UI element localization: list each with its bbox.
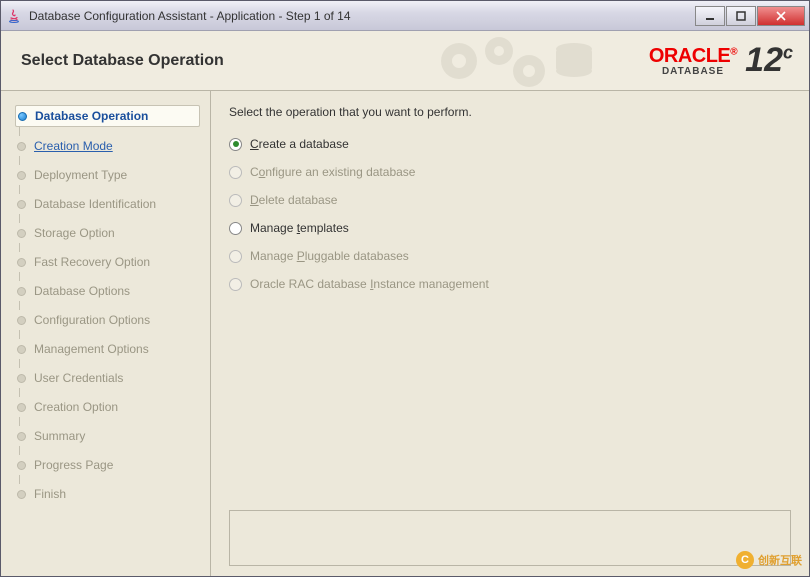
option-label: Oracle RAC database Instance management bbox=[250, 277, 489, 291]
option-manage-pluggable-databases: Manage Pluggable databases bbox=[229, 249, 791, 263]
watermark: C 创新互联 bbox=[736, 551, 802, 569]
main-panel: Select the operation that you want to pe… bbox=[211, 91, 809, 576]
close-button[interactable] bbox=[757, 6, 805, 26]
step-connector bbox=[19, 388, 20, 397]
step-dot-icon bbox=[17, 200, 26, 209]
java-icon bbox=[5, 7, 23, 25]
step-label: Summary bbox=[34, 429, 85, 443]
step-connector bbox=[19, 127, 20, 136]
step-fast-recovery-option: Fast Recovery Option bbox=[15, 252, 200, 272]
message-panel bbox=[229, 510, 791, 566]
option-label: Create a database bbox=[250, 137, 349, 151]
step-label: Database Operation bbox=[35, 109, 148, 123]
step-dot-icon bbox=[17, 345, 26, 354]
step-user-credentials: User Credentials bbox=[15, 368, 200, 388]
operation-options: Create a database Configure an existing d… bbox=[229, 137, 791, 291]
step-label: Management Options bbox=[34, 342, 149, 356]
step-database-operation[interactable]: Database Operation bbox=[15, 105, 200, 127]
titlebar[interactable]: Database Configuration Assistant - Appli… bbox=[1, 1, 809, 31]
step-management-options: Management Options bbox=[15, 339, 200, 359]
radio-icon[interactable] bbox=[229, 138, 242, 151]
step-connector bbox=[19, 359, 20, 368]
window-frame: Database Configuration Assistant - Appli… bbox=[0, 0, 810, 577]
step-label: Progress Page bbox=[34, 458, 113, 472]
step-dot-icon bbox=[17, 432, 26, 441]
step-connector bbox=[19, 301, 20, 310]
step-dot-icon bbox=[17, 258, 26, 267]
step-dot-icon bbox=[17, 287, 26, 296]
step-dot-icon bbox=[17, 403, 26, 412]
option-delete-database: Delete database bbox=[229, 193, 791, 207]
watermark-text: 创新互联 bbox=[758, 552, 802, 568]
option-label: Configure an existing database bbox=[250, 165, 415, 179]
step-storage-option: Storage Option bbox=[15, 223, 200, 243]
step-connector bbox=[19, 185, 20, 194]
page-title: Select Database Operation bbox=[21, 52, 224, 70]
radio-icon bbox=[229, 166, 242, 179]
radio-icon bbox=[229, 250, 242, 263]
step-database-identification: Database Identification bbox=[15, 194, 200, 214]
step-connector bbox=[19, 330, 20, 339]
step-label: Finish bbox=[34, 487, 66, 501]
step-dot-icon bbox=[17, 374, 26, 383]
step-dot-icon bbox=[17, 490, 26, 499]
watermark-badge-icon: C bbox=[736, 551, 754, 569]
step-creation-mode[interactable]: Creation Mode bbox=[15, 136, 200, 156]
version-label: 12c bbox=[745, 41, 793, 80]
oracle-logo: ORACLE® DATABASE 12c bbox=[649, 41, 793, 80]
step-label: Deployment Type bbox=[34, 168, 127, 182]
step-summary: Summary bbox=[15, 426, 200, 446]
option-label: Delete database bbox=[250, 193, 337, 207]
step-connector bbox=[19, 272, 20, 281]
step-label: Database Options bbox=[34, 284, 130, 298]
step-label: Creation Option bbox=[34, 400, 118, 414]
step-connector bbox=[19, 156, 20, 165]
step-configuration-options: Configuration Options bbox=[15, 310, 200, 330]
instruction-text: Select the operation that you want to pe… bbox=[229, 105, 791, 119]
step-label: Creation Mode bbox=[34, 139, 113, 153]
sidebar-steps: Database Operation Creation Mode Deploymen… bbox=[1, 91, 211, 576]
gears-decoration bbox=[429, 31, 609, 91]
header-banner: Select Database Operation ORACLE® DATABA… bbox=[1, 31, 809, 91]
step-label: User Credentials bbox=[34, 371, 123, 385]
step-label: Storage Option bbox=[34, 226, 115, 240]
step-dot-icon bbox=[18, 112, 27, 121]
brand-secondary: DATABASE bbox=[649, 66, 737, 77]
window-controls bbox=[694, 6, 805, 26]
step-dot-icon bbox=[17, 171, 26, 180]
step-finish: Finish bbox=[15, 484, 200, 504]
step-dot-icon bbox=[17, 142, 26, 151]
step-deployment-type: Deployment Type bbox=[15, 165, 200, 185]
radio-icon bbox=[229, 194, 242, 207]
option-create-a-database[interactable]: Create a database bbox=[229, 137, 791, 151]
step-connector bbox=[19, 214, 20, 223]
brand-primary: ORACLE® bbox=[649, 45, 737, 67]
step-label: Fast Recovery Option bbox=[34, 255, 150, 269]
step-creation-option: Creation Option bbox=[15, 397, 200, 417]
option-configure-an-existing-database: Configure an existing database bbox=[229, 165, 791, 179]
minimize-button[interactable] bbox=[695, 6, 725, 26]
step-connector bbox=[19, 475, 20, 484]
step-connector bbox=[19, 243, 20, 252]
option-oracle-rac-database-instance-management: Oracle RAC database Instance management bbox=[229, 277, 791, 291]
step-label: Database Identification bbox=[34, 197, 156, 211]
step-label: Configuration Options bbox=[34, 313, 150, 327]
step-progress-page: Progress Page bbox=[15, 455, 200, 475]
step-dot-icon bbox=[17, 316, 26, 325]
step-database-options: Database Options bbox=[15, 281, 200, 301]
step-connector bbox=[19, 417, 20, 426]
radio-icon bbox=[229, 278, 242, 291]
option-manage-templates[interactable]: Manage templates bbox=[229, 221, 791, 235]
maximize-button[interactable] bbox=[726, 6, 756, 26]
step-dot-icon bbox=[17, 229, 26, 238]
window-title: Database Configuration Assistant - Appli… bbox=[29, 9, 694, 23]
option-label: Manage templates bbox=[250, 221, 349, 235]
radio-icon[interactable] bbox=[229, 222, 242, 235]
step-connector bbox=[19, 446, 20, 455]
option-label: Manage Pluggable databases bbox=[250, 249, 409, 263]
content-area: Database Operation Creation Mode Deploymen… bbox=[1, 91, 809, 576]
step-dot-icon bbox=[17, 461, 26, 470]
